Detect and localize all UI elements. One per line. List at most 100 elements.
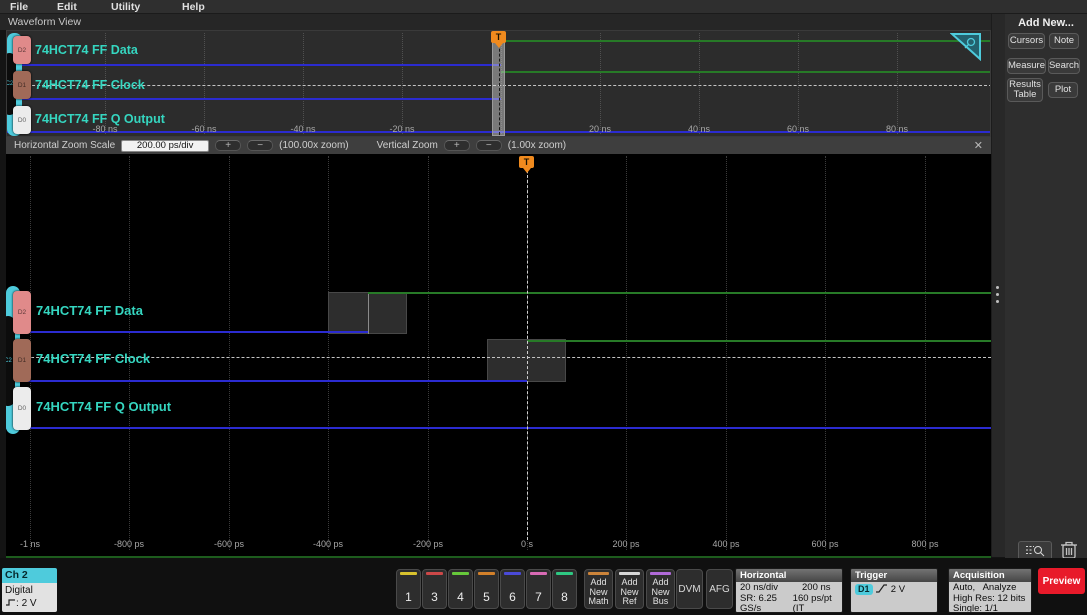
channel-label-q[interactable]: 74HCT74 FF Q Output: [36, 399, 171, 414]
gridline: [229, 156, 230, 550]
add-button-label: Add New Ref: [620, 577, 639, 607]
acquisition-settings-panel[interactable]: Acquisition Auto, Analyze High Res: 12 b…: [948, 568, 1032, 613]
axis-tick-label: 80 ns: [885, 124, 909, 134]
dvm-button[interactable]: DVM: [676, 569, 703, 609]
axis-tick-label: -20 ns: [389, 124, 415, 134]
channel-2-badge[interactable]: Ch 2 Digital : 2 V: [2, 568, 57, 612]
bit-tab-d0-label: D0: [17, 116, 27, 124]
trigger-level: 2 V: [890, 584, 906, 595]
digital-bit-button-4[interactable]: 4: [448, 569, 473, 609]
menu-item-file[interactable]: File: [10, 1, 28, 13]
menu-item-utility[interactable]: Utility: [111, 1, 140, 13]
bit-tab-d1[interactable]: D1: [13, 339, 31, 382]
waveform-view-tab[interactable]: Waveform View: [0, 14, 993, 30]
add-new-title: Add New...: [1018, 17, 1074, 29]
digital-bit-button-5[interactable]: 5: [474, 569, 499, 609]
data-high-trace: [368, 292, 991, 294]
bit-tab-d2-label: D2: [17, 309, 27, 316]
search-button[interactable]: Search: [1048, 58, 1080, 74]
data-transition-edge: [368, 292, 369, 334]
axis-tick-label: -80 ns: [92, 124, 118, 134]
add-new-bus-button[interactable]: Add New Bus: [646, 569, 675, 609]
bit-tab-d1-label: D1: [17, 81, 27, 89]
bit-tab-d2[interactable]: D2: [13, 36, 31, 64]
channel-label-clock[interactable]: 74HCT74 FF Clock: [36, 351, 150, 366]
math-color-stripe: [588, 572, 609, 575]
menu-item-help[interactable]: Help: [182, 1, 205, 13]
gridline: [726, 156, 727, 550]
h-zoom-readout: (100.00x zoom): [279, 140, 349, 151]
digital-bit-button-6[interactable]: 6: [500, 569, 525, 609]
panel-divider[interactable]: [991, 14, 1005, 557]
cursors-button[interactable]: Cursors: [1008, 33, 1045, 49]
v-zoom-plus-button[interactable]: +: [443, 140, 470, 151]
zoom-corner-button[interactable]: [950, 32, 982, 61]
afg-button[interactable]: AFG: [706, 569, 733, 609]
zoomed-waveform-view: T C2 D2 D1 D0 74HCT74 FF Data 74HCT74 FF…: [6, 154, 991, 557]
bus-color-stripe: [650, 572, 671, 575]
bit-tab-d0[interactable]: D0: [13, 106, 31, 134]
add-button-label: Add New Bus: [651, 577, 670, 607]
gridline: [428, 156, 429, 550]
trigger-marker[interactable]: T: [491, 31, 506, 48]
channel-color-stripe: [530, 572, 547, 575]
digital-bit-button-7[interactable]: 7: [526, 569, 551, 609]
clock-high-trace: [501, 71, 990, 73]
bit-number: 5: [483, 589, 490, 604]
measure-button[interactable]: Measure: [1007, 58, 1046, 74]
horizontal-zoom-scale-input[interactable]: [121, 139, 210, 152]
ref-color-stripe: [619, 572, 640, 575]
trigger-marker[interactable]: T: [519, 156, 534, 173]
channel-2-threshold: 2 V: [21, 598, 37, 609]
channel-label-data[interactable]: 74HCT74 FF Data: [36, 303, 143, 318]
results-table-button[interactable]: Results Table: [1007, 78, 1043, 102]
horizontal-duration: 200 ns: [802, 582, 831, 593]
bit-number: 4: [457, 589, 464, 604]
plot-button[interactable]: Plot: [1048, 82, 1078, 98]
trigger-settings-panel[interactable]: Trigger D1 2 V: [850, 568, 938, 613]
axis-tick-label: 400 ps: [712, 539, 740, 549]
h-zoom-minus-button[interactable]: −: [247, 140, 274, 151]
drag-handle-icon[interactable]: [996, 286, 999, 303]
channel-label-data[interactable]: 74HCT74 FF Data: [35, 43, 138, 57]
note-button[interactable]: Note: [1049, 33, 1079, 49]
axis-tick-label: 20 ns: [588, 124, 612, 134]
axis-tick-label: -800 ps: [113, 539, 145, 549]
add-new-panel: Add New... Cursors Note Measure Search R…: [1005, 14, 1087, 615]
channel-2-name: Ch 2: [2, 568, 57, 583]
acquisition-panel-title: Acquisition: [949, 569, 1031, 582]
bit-tab-d0[interactable]: D0: [13, 387, 31, 430]
menu-bar: File Edit Utility Help: [0, 0, 1087, 14]
gridline: [699, 33, 700, 134]
axis-tick-label: -200 ps: [412, 539, 444, 549]
v-zoom-minus-button[interactable]: −: [475, 140, 502, 151]
acquisition-mode: Auto, Analyze: [953, 582, 1017, 593]
axis-tick-label: 800 ps: [911, 539, 939, 549]
channel-2-mode: Digital: [5, 585, 33, 596]
horizontal-zoom-scale-label: Horizontal Zoom Scale: [14, 140, 116, 151]
channel-label-clock[interactable]: 74HCT74 FF Clock: [35, 78, 145, 92]
h-zoom-plus-button[interactable]: +: [215, 140, 242, 151]
bit-tab-d1[interactable]: D1: [13, 71, 31, 99]
q-low-trace: [6, 427, 991, 429]
channel-color-stripe: [504, 572, 521, 575]
add-new-ref-button[interactable]: Add New Ref: [615, 569, 644, 609]
trigger-level-dashed-line: [6, 357, 991, 358]
gridline: [626, 156, 627, 550]
tekscope-app: File Edit Utility Help Waveform View C2 …: [0, 0, 1087, 615]
digital-bit-button-3[interactable]: 3: [422, 569, 447, 609]
bit-number: 6: [509, 589, 516, 604]
zoom-window-bar[interactable]: [492, 38, 505, 136]
add-new-math-button[interactable]: Add New Math: [584, 569, 613, 609]
bit-tab-d2[interactable]: D2: [13, 291, 31, 334]
horizontal-settings-panel[interactable]: Horizontal 20 ns/div 200 ns SR: 6.25 GS/…: [735, 568, 843, 613]
bit-number: 7: [535, 589, 542, 604]
digital-bit-button-8[interactable]: 8: [552, 569, 577, 609]
menu-item-edit[interactable]: Edit: [57, 1, 77, 13]
bit-tab-d1-label: D1: [17, 357, 27, 364]
digital-bit-button-1[interactable]: 1: [396, 569, 421, 609]
preview-button[interactable]: Preview: [1038, 568, 1085, 594]
v-zoom-readout: (1.00x zoom): [507, 140, 567, 151]
close-zoom-icon[interactable]: ✕: [974, 139, 983, 152]
clock-low-trace: [7, 98, 501, 100]
